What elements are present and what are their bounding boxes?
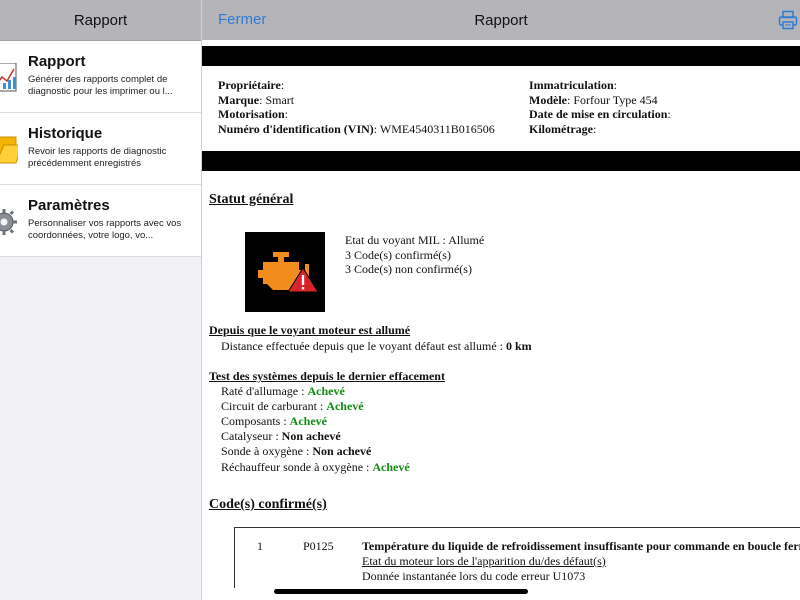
registration-date-row: Date de mise en circulation: [529,107,671,121]
sidebar-item-history[interactable]: Historique Revoir les rapports de diagno… [0,113,201,185]
report-header: Fermer Rapport [202,0,800,40]
engine-state-link[interactable]: Etat du moteur lors de l'apparition du/d… [362,554,606,569]
sidebar-item-report[interactable]: Rapport Générer des rapports complet de … [0,41,201,113]
sidebar-list: Rapport Générer des rapports complet de … [0,41,201,257]
tests-title: Test des systèmes depuis le dernier effa… [209,369,445,383]
mileage-row: Kilométrage: [529,121,597,136]
close-button[interactable]: Fermer [218,11,266,28]
sidebar-item-title: Paramètres [28,197,110,214]
test-row: Catalyseur : Non achevé [221,429,341,443]
printer-icon[interactable] [778,10,798,30]
distance-row: Distance effectuée depuis que le voyant … [221,339,532,353]
sidebar-item-desc: Générer des rapports complet de diagnost… [28,74,173,97]
engine-row: Motorisation: [218,107,288,121]
vehicle-info-left: Propriétaire: Marque: Smart Motorisation… [218,78,495,136]
confirmed-codes-title: Code(s) confirmé(s) [209,497,327,512]
status-title: Statut général [209,192,294,207]
sidebar-item-desc: Revoir les rapports de diagnostic précéd… [28,146,167,169]
unconfirmed-count: 3 Code(s) non confirmé(s) [345,262,472,276]
sidebar-title: Rapport [73,11,128,29]
sidebar-item-title: Rapport [28,53,86,70]
sidebar: Rapport Rapport Générer des rapports com… [0,0,202,600]
section-divider [202,151,800,171]
confirmed-count: 3 Code(s) confirmé(s) [345,247,451,262]
model-row: Modèle: Forfour Type 454 [529,92,658,107]
vehicle-info-right: Immatriculation: Modèle: Forfour Type 45… [529,78,671,136]
owner-row: Propriétaire: [218,78,285,92]
engine-warning-box [245,232,325,312]
test-row: Sonde à oxygène : Non achevé [221,444,372,458]
test-row: Réchauffeur sonde à oxygène : Achevé [221,460,410,474]
code-number: 1 [257,539,263,553]
brand-row: Marque: Smart [218,92,295,107]
test-row: Raté d'allumage : Achevé [221,384,345,398]
sidebar-item-title: Historique [28,125,103,142]
plate-row: Immatriculation: [529,78,617,92]
test-row: Circuit de carburant : Achevé [221,399,364,413]
page-title: Rapport [474,11,528,29]
code-id: P0125 [303,539,334,553]
folder-icon [0,136,18,164]
report-panel: Fermer Rapport Propriétaire: Marque: Sma… [202,0,800,600]
code-table: 1 P0125 Température du liquide de refroi… [234,527,800,588]
test-row: Composants : Achevé [221,414,327,428]
check-engine-icon [258,252,319,293]
snapshot-text: Donnée instantanée lors du code erreur U… [362,569,586,583]
section-divider [202,46,800,66]
sidebar-header: Rapport [0,0,201,41]
since-mil-title: Depuis que le voyant moteur est allumé [209,323,411,337]
mil-state: Etat du voyant MIL : Allumé [345,233,485,247]
report-chart-icon [0,63,17,92]
home-indicator[interactable] [274,589,528,594]
code-description: Température du liquide de refroidissemen… [362,539,800,553]
gear-icon [0,209,17,235]
sidebar-item-desc: Personnaliser vos rapports avec vos coor… [28,218,182,241]
vin-row: Numéro d'identification (VIN): WME454031… [218,121,495,136]
mil-status: Etat du voyant MIL : Allumé 3 Code(s) co… [345,233,484,277]
sidebar-item-settings[interactable]: Paramètres Personnaliser vos rapports av… [0,185,201,257]
